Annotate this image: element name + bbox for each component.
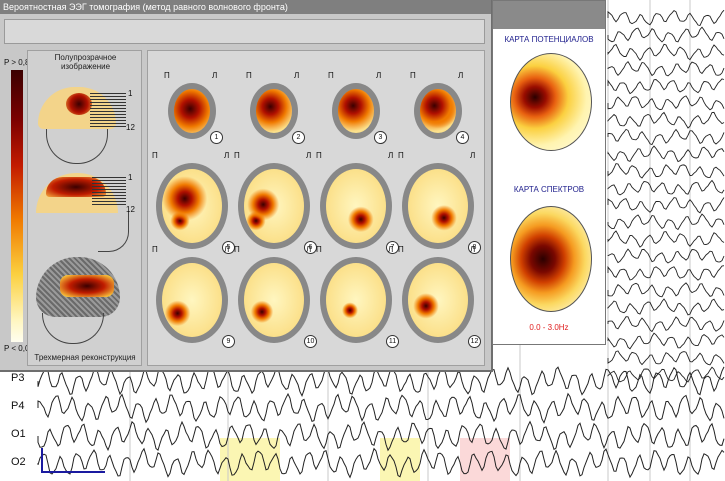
- orientation-left-hemisphere: Л: [376, 71, 382, 80]
- slice-number: 11: [386, 335, 399, 348]
- slice-mark: 1: [128, 173, 133, 182]
- eeg-trace: [607, 298, 725, 316]
- orientation-right-hemisphere: П: [234, 151, 240, 160]
- orientation-right-hemisphere: П: [328, 71, 334, 80]
- channel-label: P4: [11, 400, 25, 412]
- orientation-left-hemisphere: Л: [306, 245, 312, 254]
- eeg-trace: [607, 332, 725, 350]
- orientation-right-hemisphere: П: [246, 71, 252, 80]
- slice-number: 12: [468, 335, 481, 348]
- tomography-slice[interactable]: [168, 83, 216, 139]
- face-outline: [46, 129, 108, 164]
- orientation-right-hemisphere: П: [152, 245, 158, 254]
- spectral-band: [220, 438, 280, 481]
- slice-lines: [92, 177, 126, 207]
- orientation-right-hemisphere: П: [152, 151, 158, 160]
- slice-number: 2: [292, 131, 305, 144]
- orientation-left-hemisphere: Л: [388, 245, 394, 254]
- window-title: Вероятностная ЭЭГ томография (метод равн…: [0, 0, 491, 14]
- orientation-left-hemisphere: Л: [458, 71, 464, 80]
- slice-number: 9: [222, 335, 235, 348]
- frequency-range: 0.0 - 3.0Hz: [529, 323, 569, 332]
- eeg-trace: [607, 60, 725, 77]
- channel-label: O2: [11, 456, 26, 468]
- tomography-slice[interactable]: [238, 163, 310, 249]
- orientation-left-hemisphere: Л: [470, 151, 476, 160]
- spectrum-map-title: КАРТА СПЕКТРОВ: [513, 185, 585, 194]
- eeg-trace: [607, 230, 725, 248]
- eeg-trace: [607, 128, 725, 146]
- orientation-left-hemisphere: Л: [212, 71, 218, 80]
- tomography-slice[interactable]: [414, 83, 462, 139]
- orientation-right-hemisphere: П: [398, 245, 404, 254]
- orientation-left-hemisphere: Л: [306, 151, 312, 160]
- tomography-slice[interactable]: [156, 163, 228, 249]
- channel-label: O1: [11, 428, 26, 440]
- slice-number: 1: [210, 131, 223, 144]
- tomography-slice[interactable]: [402, 163, 474, 249]
- slice-mark: 1: [128, 89, 133, 98]
- potential-map-title: КАРТА ПОТЕНЦИАЛОВ: [504, 35, 594, 44]
- orientation-right-hemisphere: П: [316, 245, 322, 254]
- spectrum-map-head: [510, 206, 592, 312]
- eeg-trace: [607, 179, 725, 196]
- slice-lines: [90, 93, 126, 129]
- eeg-trace: [607, 78, 725, 95]
- eeg-trace: [607, 282, 725, 298]
- tomography-slice[interactable]: [332, 83, 380, 139]
- orientation-right-hemisphere: П: [398, 151, 404, 160]
- reconstruction-panel: Полупрозрачное изображение 1 12 1 12 Тре…: [27, 50, 142, 366]
- eeg-trace: [607, 95, 725, 111]
- map-window-title-bar: [493, 1, 605, 29]
- orientation-left-hemisphere: Л: [224, 245, 230, 254]
- eeg-trace: [607, 26, 725, 43]
- translucent-caption: Полупрозрачное изображение: [54, 53, 117, 71]
- slice-mark: 12: [126, 123, 135, 132]
- slice-number: 10: [304, 335, 317, 348]
- tomography-slice[interactable]: [250, 83, 298, 139]
- eeg-trace: [607, 265, 725, 281]
- profile-outline: [98, 211, 129, 252]
- orientation-left-hemisphere: Л: [388, 151, 394, 160]
- 3d-head-view: [36, 257, 120, 317]
- toolbar: [4, 19, 485, 44]
- eeg-trace: [607, 163, 725, 179]
- slice-number: 3: [374, 131, 387, 144]
- eeg-trace: [607, 350, 725, 366]
- eeg-trace: [607, 248, 725, 264]
- eeg-trace: [607, 9, 725, 27]
- tomography-slice[interactable]: [156, 257, 228, 343]
- eeg-trace: [607, 366, 725, 383]
- slice-number: 4: [456, 131, 469, 144]
- orientation-right-hemisphere: П: [234, 245, 240, 254]
- 3d-caption: Трехмерная реконструкция: [34, 353, 136, 362]
- orientation-left-hemisphere: Л: [470, 245, 476, 254]
- tomography-slices-grid: 1 П Л 2 П Л 3 П Л 4 П Л 5 П Л 6 П Л 7 П Л 8 П Л 9 П Л 10 П Л 11 П Л 12 П Л: [147, 50, 485, 366]
- tomography-slice[interactable]: [402, 257, 474, 343]
- eeg-trace: [607, 145, 725, 163]
- tomography-slice[interactable]: [320, 163, 392, 249]
- face-outline: [42, 313, 104, 344]
- eeg-trace: [37, 392, 725, 424]
- map-window[interactable]: КАРТА ПОТЕНЦИАЛОВ КАРТА СПЕКТРОВ 0.0 - 3…: [492, 0, 606, 345]
- eeg-trace: [607, 43, 725, 61]
- tomography-slice[interactable]: [320, 257, 392, 343]
- slice-mark: 12: [126, 205, 135, 214]
- potential-map-head: [510, 53, 592, 151]
- eeg-trace: [607, 316, 725, 333]
- eeg-trace: [607, 213, 725, 231]
- tomography-slice[interactable]: [238, 257, 310, 343]
- orientation-right-hemisphere: П: [316, 151, 322, 160]
- orientation-right-hemisphere: П: [164, 71, 170, 80]
- eeg-trace: [607, 111, 725, 129]
- orientation-right-hemisphere: П: [410, 71, 416, 80]
- orientation-left-hemisphere: Л: [294, 71, 300, 80]
- tomography-window[interactable]: Вероятностная ЭЭГ томография (метод равн…: [0, 0, 493, 372]
- probability-color-scale: [11, 70, 23, 342]
- eeg-trace: [607, 197, 725, 214]
- orientation-left-hemisphere: Л: [224, 151, 230, 160]
- channel-label: P3: [11, 372, 25, 384]
